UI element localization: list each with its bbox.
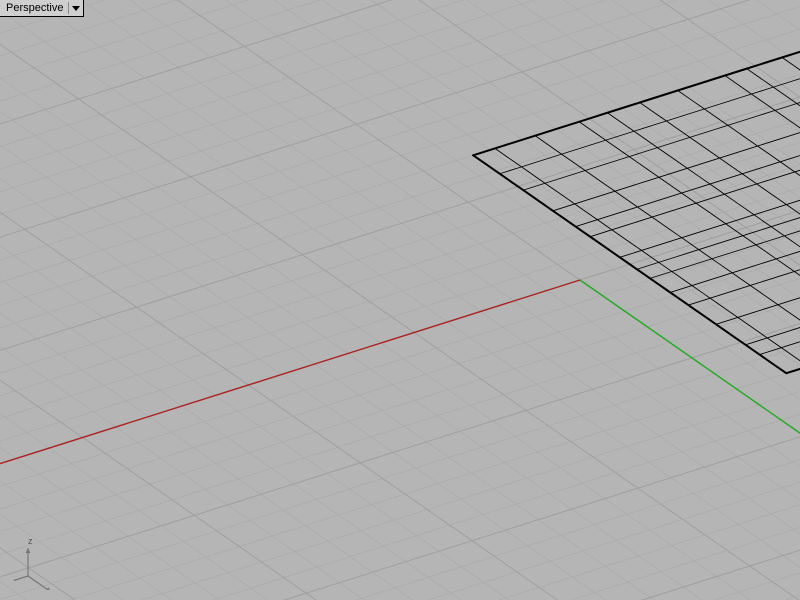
world-axes	[0, 280, 800, 600]
axis-label: z	[28, 536, 33, 546]
viewport-title-dropdown-icon[interactable]	[68, 2, 80, 14]
viewport-3d[interactable]: Perspective zyx	[0, 0, 800, 600]
viewport-scene[interactable]	[0, 0, 800, 600]
viewport-title-label: Perspective	[6, 2, 63, 14]
axis-gizmo: zyx	[14, 520, 84, 590]
viewport-title-button[interactable]: Perspective	[0, 0, 84, 17]
